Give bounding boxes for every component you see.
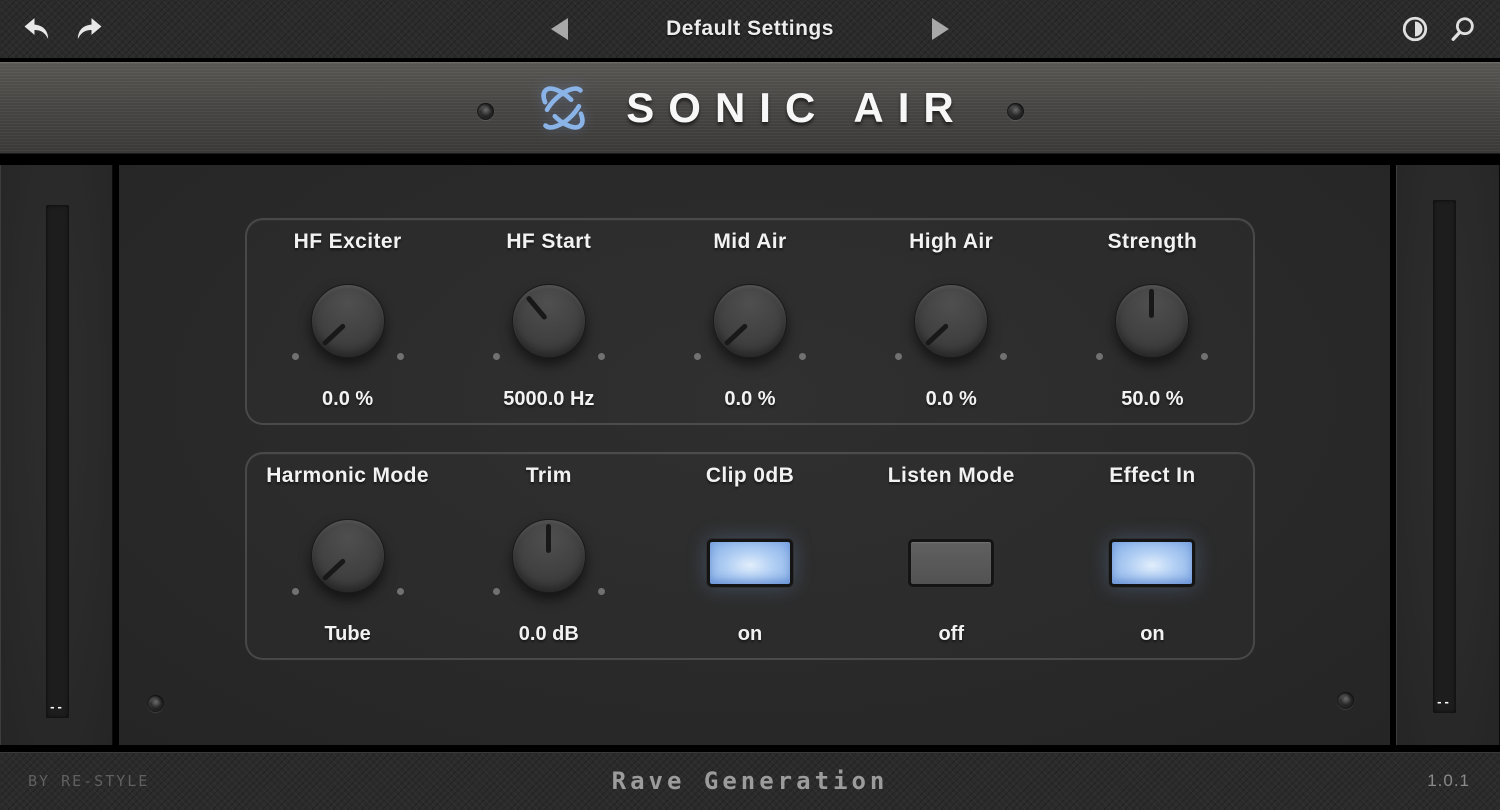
control-label: Trim (526, 464, 572, 488)
control-strength: Strength 50.0 % (1052, 220, 1253, 423)
strength-knob[interactable] (1115, 284, 1189, 358)
control-label: Effect In (1109, 464, 1195, 488)
knob-max-dot-icon (1000, 353, 1007, 360)
control-panel: HF Exciter 0.0 % HF Start (119, 165, 1390, 745)
header-panel: SONIC AIR (0, 62, 1500, 154)
hf-exciter-knob[interactable] (311, 284, 385, 358)
knob-min-dot-icon (493, 353, 500, 360)
knob-group-bottom: Harmonic Mode Tube Trim (245, 452, 1255, 660)
control-listen-mode: Listen Mode off (851, 454, 1052, 658)
zoom-button[interactable] (1444, 10, 1482, 48)
control-label: Harmonic Mode (266, 464, 429, 488)
separator (0, 154, 1500, 165)
knob-wrap (869, 271, 1033, 371)
trim-knob[interactable] (512, 519, 586, 593)
knob-pointer-icon (321, 323, 346, 346)
knob-min-dot-icon (292, 588, 299, 595)
control-value: 0.0 % (322, 388, 373, 411)
effect-in-led-button[interactable] (1109, 539, 1195, 587)
footer-bar: BY RE-STYLE Rave Generation 1.0.1 (0, 752, 1500, 810)
control-value: off (938, 623, 964, 646)
meter-rail-right: -- (1396, 165, 1500, 745)
knob-min-dot-icon (895, 353, 902, 360)
knob-min-dot-icon (292, 353, 299, 360)
control-label: Strength (1108, 230, 1198, 254)
knob-pointer-icon (321, 557, 346, 580)
knob-wrap (467, 271, 631, 371)
control-label: High Air (909, 230, 993, 254)
control-value: 0.0 % (926, 388, 977, 411)
version-text: 1.0.1 (1427, 771, 1470, 791)
knob-pointer-icon (1149, 289, 1154, 318)
product-name: Rave Generation (0, 767, 1500, 795)
knob-max-dot-icon (598, 588, 605, 595)
knob-pointer-icon (724, 323, 749, 346)
brand: SONIC AIR (0, 63, 1500, 153)
control-value: 0.0 dB (519, 623, 579, 646)
control-hf-exciter: HF Exciter 0.0 % (247, 220, 448, 423)
knob-max-dot-icon (397, 353, 404, 360)
top-toolbar: Default Settings (0, 0, 1500, 58)
hf-start-knob[interactable] (512, 284, 586, 358)
control-value: on (1140, 623, 1164, 646)
knob-max-dot-icon (1201, 353, 1208, 360)
knob-wrap (266, 506, 430, 606)
meter-rail-left: -- (0, 165, 113, 745)
meter-readout-right: -- (1433, 694, 1456, 709)
preset-name[interactable]: Default Settings (666, 17, 834, 41)
control-value: 50.0 % (1121, 388, 1183, 411)
knob-wrap (266, 271, 430, 371)
control-value: Tube (324, 623, 370, 646)
knob-group-top: HF Exciter 0.0 % HF Start (245, 218, 1255, 425)
plugin-title: SONIC AIR (620, 84, 967, 132)
control-high-air: High Air 0.0 % (851, 220, 1052, 423)
knob-max-dot-icon (799, 353, 806, 360)
screw-icon (1337, 692, 1354, 709)
preset-prev-button[interactable] (551, 18, 568, 40)
control-value: on (738, 623, 762, 646)
control-label: HF Exciter (294, 230, 402, 254)
magnifier-icon (1449, 15, 1477, 43)
contrast-icon (1401, 15, 1429, 43)
level-meter-right: -- (1433, 200, 1456, 713)
orbit-atom-logo-icon (532, 77, 594, 139)
control-value: 5000.0 Hz (503, 388, 594, 411)
control-effect-in: Effect In on (1052, 454, 1253, 658)
knob-min-dot-icon (493, 588, 500, 595)
knob-max-dot-icon (397, 588, 404, 595)
clip-0db-led-button[interactable] (707, 539, 793, 587)
screw-icon (147, 695, 164, 712)
control-harmonic-mode: Harmonic Mode Tube (247, 454, 448, 658)
knob-wrap (467, 506, 631, 606)
control-clip-0db: Clip 0dB on (649, 454, 850, 658)
knob-pointer-icon (925, 323, 950, 346)
listen-mode-led-button[interactable] (908, 539, 994, 587)
plugin-window: Default Settings (0, 0, 1500, 810)
control-label: Mid Air (713, 230, 786, 254)
control-trim: Trim 0.0 dB (448, 454, 649, 658)
control-label: Clip 0dB (706, 464, 794, 488)
high-air-knob[interactable] (914, 284, 988, 358)
main-area: -- HF Exciter 0.0 % (0, 165, 1500, 745)
mid-air-knob[interactable] (713, 284, 787, 358)
contrast-button[interactable] (1396, 10, 1434, 48)
knob-pointer-icon (546, 524, 551, 553)
control-value: 0.0 % (724, 388, 775, 411)
preset-next-button[interactable] (932, 18, 949, 40)
knob-min-dot-icon (694, 353, 701, 360)
level-meter-left: -- (46, 205, 69, 718)
knob-wrap (668, 271, 832, 371)
control-label: HF Start (506, 230, 591, 254)
control-label: Listen Mode (888, 464, 1015, 488)
knob-wrap (1070, 271, 1234, 371)
knob-min-dot-icon (1096, 353, 1103, 360)
knob-max-dot-icon (598, 353, 605, 360)
control-mid-air: Mid Air 0.0 % (649, 220, 850, 423)
harmonic-mode-knob[interactable] (311, 519, 385, 593)
knob-pointer-icon (525, 295, 547, 320)
meter-readout-left: -- (46, 699, 69, 714)
control-hf-start: HF Start 5000.0 Hz (448, 220, 649, 423)
